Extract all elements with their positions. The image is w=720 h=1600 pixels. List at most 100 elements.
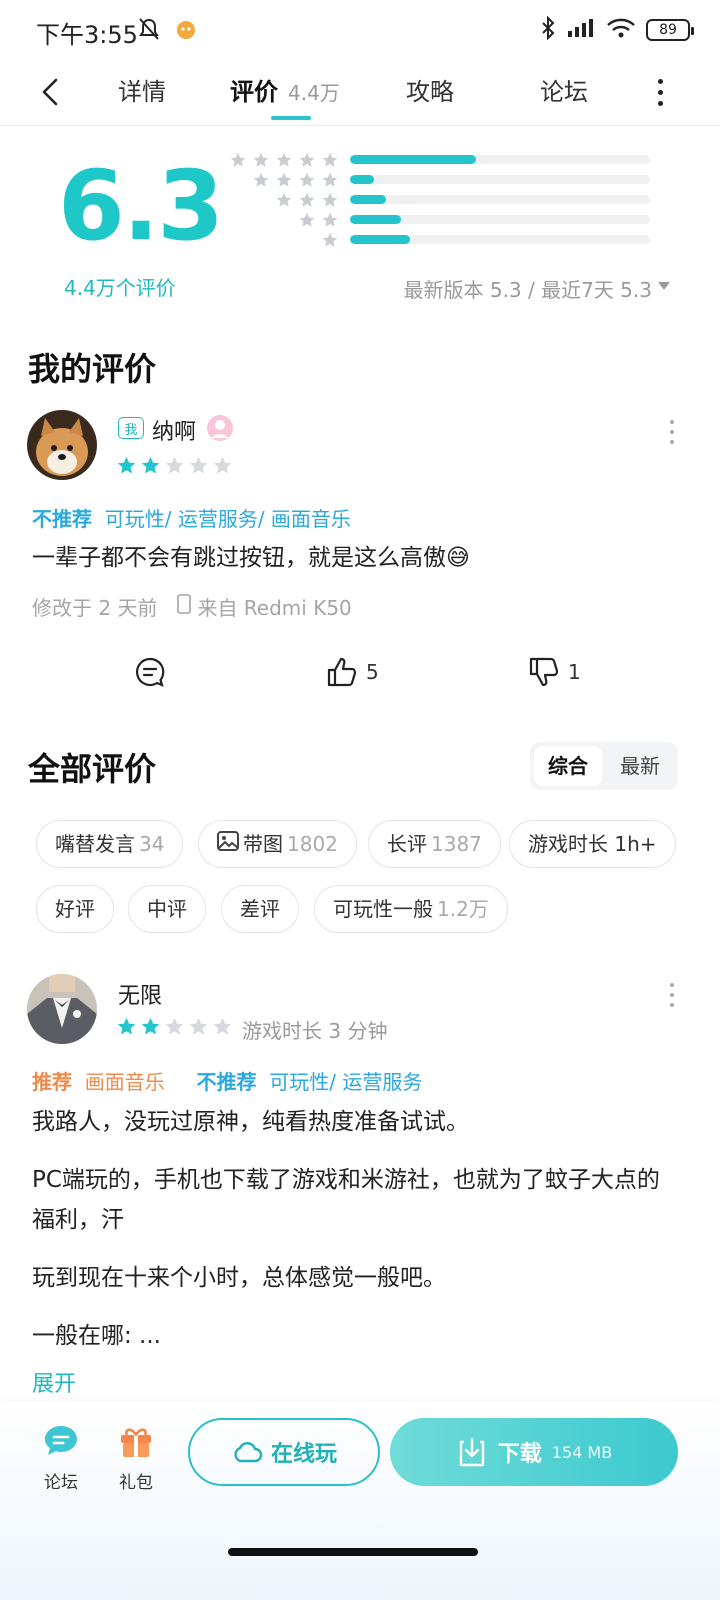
tab-label: 评价 xyxy=(230,78,278,106)
gift-button[interactable]: 礼包 xyxy=(111,1424,161,1493)
filled-star-icon xyxy=(141,456,160,474)
back-arrow-icon xyxy=(42,78,58,106)
recommend-tags: 画面音乐 xyxy=(84,1070,165,1094)
more-options-button[interactable] xyxy=(650,72,670,112)
filter-chip[interactable]: 带图 1802 xyxy=(198,820,357,868)
home-indicator[interactable] xyxy=(228,1548,478,1556)
rating-bar-track xyxy=(350,195,650,204)
rating-row-5-star xyxy=(230,152,670,168)
review-paragraph: 我路人，没玩过原神，纯看热度准备试试。 xyxy=(32,1109,469,1135)
star-group xyxy=(322,232,338,248)
comment-button[interactable] xyxy=(134,652,166,692)
status-right-icons: 89 xyxy=(540,15,694,44)
bluetooth-icon xyxy=(540,15,556,44)
rating-bar-track xyxy=(350,155,650,164)
signal-icon xyxy=(566,17,596,43)
chip-label: 带图 xyxy=(243,832,283,856)
star-icon xyxy=(299,212,315,227)
status-bar: 下午3:55 89 xyxy=(0,0,720,60)
tab-label: 攻略 xyxy=(406,78,454,106)
phone-icon xyxy=(177,594,192,619)
my-review-title: 我的评价 xyxy=(28,350,157,388)
my-review-tags: 不推荐 可玩性/ 运营服务/ 画面音乐 xyxy=(32,503,351,532)
download-label: 下载 xyxy=(497,1442,542,1467)
filter-chip[interactable]: 好评 xyxy=(36,885,114,933)
status-time: 下午3:55 xyxy=(36,21,138,49)
battery-icon: 89 xyxy=(646,19,694,41)
expand-link[interactable]: 展开 xyxy=(32,1366,76,1398)
star-icon xyxy=(230,152,246,167)
filter-chip[interactable]: 长评 1387 xyxy=(368,820,501,868)
gift-icon xyxy=(121,1428,151,1457)
download-button[interactable]: 下载 154 MB xyxy=(390,1418,678,1486)
avatar[interactable] xyxy=(27,410,97,480)
tab-reviews[interactable]: 评价 4.4万 xyxy=(230,70,340,114)
empty-star-icon xyxy=(165,456,184,474)
tab-guides[interactable]: 攻略 xyxy=(406,70,454,114)
rating-bar-fill xyxy=(350,195,386,204)
play-online-button[interactable]: 在线玩 xyxy=(188,1418,380,1486)
bottom-action-bar: 论坛 礼包 在线玩 下载 154 MB xyxy=(0,1402,720,1600)
thumbs-up-icon xyxy=(327,657,357,687)
filter-chip[interactable]: 游戏时长 1h+ xyxy=(509,820,676,868)
sort-comprehensive[interactable]: 综合 xyxy=(534,746,602,786)
rating-bar-fill xyxy=(350,235,410,244)
caret-down-icon[interactable] xyxy=(658,282,670,290)
chip-label: 可玩性一般 xyxy=(333,897,433,921)
not-recommend-tags: 可玩性/ 运营服务/ 画面音乐 xyxy=(104,507,351,531)
download-icon xyxy=(459,1437,484,1467)
reviewer-playtime: 游戏时长 3 分钟 xyxy=(242,1019,388,1043)
like-button[interactable]: 5 xyxy=(326,652,379,692)
rating-bar-track xyxy=(350,235,650,244)
forum-button[interactable]: 论坛 xyxy=(36,1424,86,1493)
chip-label: 中评 xyxy=(147,897,187,921)
my-review-more-button[interactable] xyxy=(667,420,677,444)
rating-bar-fill xyxy=(350,175,374,184)
star-group xyxy=(230,152,338,168)
rating-row-3-star xyxy=(230,192,670,208)
app-notification-icon xyxy=(174,17,198,45)
reviewer-username[interactable]: 无限 xyxy=(118,978,162,1010)
play-online-label: 在线玩 xyxy=(270,1442,337,1467)
tab-review-count: 4.4万 xyxy=(288,81,340,105)
not-recommend-label: 不推荐 xyxy=(32,507,92,531)
version-rating-selector[interactable]: 最新版本 5.3 / 最近7天 5.3 xyxy=(403,274,652,303)
star-icon xyxy=(299,192,315,207)
back-button[interactable] xyxy=(30,70,70,114)
star-group xyxy=(276,192,338,208)
avatar[interactable] xyxy=(27,974,97,1044)
dislike-count: 1 xyxy=(568,660,581,684)
sort-latest[interactable]: 最新 xyxy=(606,746,674,786)
chip-count: 1387 xyxy=(431,832,482,856)
my-review-meta: 修改于 2 天前 来自 Redmi K50 xyxy=(32,592,352,621)
my-username[interactable]: 纳啊 xyxy=(152,414,196,446)
rating-count: 4.4万个评价 xyxy=(64,276,176,300)
dislike-button[interactable]: 1 xyxy=(528,652,581,692)
top-navigation: 详情 评价 4.4万 攻略 论坛 xyxy=(0,60,720,126)
filter-chip[interactable]: 中评 xyxy=(128,885,206,933)
wifi-icon xyxy=(606,17,636,43)
not-recommend-tags: 可玩性/ 运营服务 xyxy=(269,1070,423,1094)
chip-count: 1.2万 xyxy=(437,897,489,921)
chip-count: 34 xyxy=(139,832,165,856)
star-icon xyxy=(322,152,338,167)
modified-time: 修改于 2 天前 xyxy=(32,596,158,620)
filter-chip[interactable]: 差评 xyxy=(221,885,299,933)
overall-score: 6.3 xyxy=(58,150,224,262)
star-group xyxy=(253,172,338,188)
rating-bar-track xyxy=(350,215,650,224)
forum-label: 论坛 xyxy=(44,1473,78,1493)
filter-chip[interactable]: 可玩性一般 1.2万 xyxy=(314,885,508,933)
tab-forum[interactable]: 论坛 xyxy=(540,70,588,114)
filled-star-icon xyxy=(141,1017,160,1035)
sort-switch: 综合 最新 xyxy=(530,742,678,790)
image-icon xyxy=(217,821,239,867)
filled-star-icon xyxy=(117,456,136,474)
rating-bar-fill xyxy=(350,155,476,164)
chip-count: 1802 xyxy=(287,832,338,856)
tab-details[interactable]: 详情 xyxy=(118,70,166,114)
review-more-button[interactable] xyxy=(667,983,677,1007)
filter-chip[interactable]: 嘴替发言 34 xyxy=(36,820,184,868)
comment-icon xyxy=(135,657,165,687)
empty-star-icon xyxy=(213,456,232,474)
